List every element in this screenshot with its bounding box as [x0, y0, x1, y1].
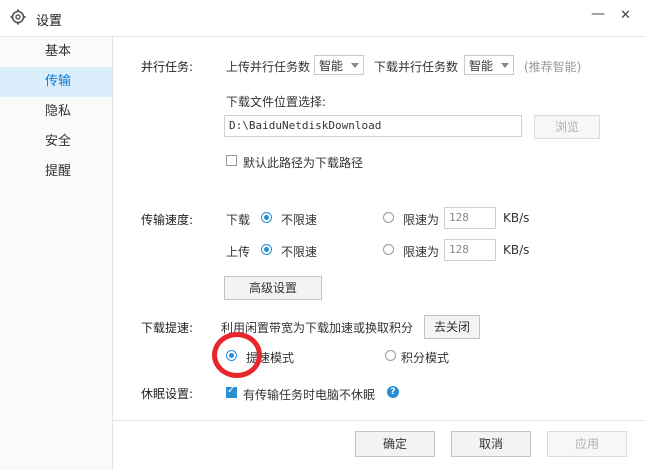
default-path-label: 默认此路径为下载路径 [243, 156, 364, 170]
advanced-settings-button[interactable]: 高级设置 [224, 276, 322, 300]
upload-parallel-label: 上传并行任务数 [226, 60, 311, 74]
cancel-button[interactable]: 取消 [451, 431, 531, 457]
download-path-label: 下载文件位置选择: [226, 95, 327, 109]
window-title: 设置 [36, 14, 63, 29]
upload-limit-label: 限速为 [403, 245, 440, 259]
default-path-checkbox[interactable] [226, 155, 237, 166]
transfer-speed-label: 传输速度: [141, 213, 194, 227]
download-limit-label: 限速为 [403, 213, 440, 227]
sidebar-item-reminder[interactable]: 提醒 [0, 157, 112, 187]
chevron-down-icon [501, 63, 509, 68]
upload-parallel-value: 智能 [319, 59, 344, 73]
upload-limit-radio[interactable] [383, 244, 394, 255]
download-unlimited-label: 不限速 [281, 213, 318, 227]
upload-unlimited-label: 不限速 [281, 245, 318, 259]
points-mode-label: 积分模式 [401, 351, 450, 365]
download-speed-label: 下载 [226, 213, 251, 227]
parallel-tasks-label: 并行任务: [141, 60, 194, 74]
close-button[interactable]: ✕ [620, 8, 631, 23]
upload-speed-label: 上传 [226, 245, 251, 259]
download-unit-label: KB/s [503, 211, 530, 225]
sidebar-item-transfer[interactable]: 传输 [0, 67, 112, 97]
parallel-hint: (推荐智能) [524, 60, 582, 74]
download-parallel-select[interactable]: 智能 [464, 55, 514, 75]
gear-icon [10, 9, 26, 25]
download-accel-label: 下载提速: [141, 321, 194, 335]
browse-button[interactable]: 浏览 [534, 115, 600, 139]
chevron-down-icon [351, 63, 359, 68]
points-mode-radio[interactable] [385, 350, 396, 361]
no-sleep-label: 有传输任务时电脑不休眠 [243, 388, 376, 402]
sidebar-item-basic[interactable]: 基本 [0, 37, 112, 67]
download-parallel-label: 下载并行任务数 [374, 60, 459, 74]
disable-accel-button[interactable]: 去关闭 [424, 315, 480, 339]
upload-parallel-select[interactable]: 智能 [314, 55, 364, 75]
no-sleep-checkbox[interactable] [226, 385, 237, 398]
upload-unlimited-radio[interactable] [261, 244, 272, 255]
download-parallel-value: 智能 [469, 59, 494, 73]
download-path-input[interactable]: D:\BaiduNetdiskDownload [224, 115, 522, 137]
apply-button[interactable]: 应用 [547, 431, 627, 457]
sidebar: 基本 传输 隐私 安全 提醒 [0, 37, 113, 470]
title-bar: 设置 — ✕ [0, 0, 645, 37]
download-accel-desc: 利用闲置带宽为下载加速或换取积分 [221, 321, 414, 335]
sidebar-item-security[interactable]: 安全 [0, 127, 112, 157]
download-limit-input[interactable]: 128 [444, 207, 496, 229]
download-unlimited-radio[interactable] [261, 212, 272, 223]
ok-button[interactable]: 确定 [355, 431, 435, 457]
speed-mode-label: 提速模式 [246, 351, 295, 365]
sidebar-item-privacy[interactable]: 隐私 [0, 97, 112, 127]
speed-mode-radio[interactable] [226, 350, 237, 361]
download-limit-radio[interactable] [383, 212, 394, 223]
help-icon[interactable]: ? [387, 386, 399, 398]
upload-unit-label: KB/s [503, 243, 530, 257]
sleep-settings-label: 休眠设置: [141, 387, 194, 401]
upload-limit-input[interactable]: 128 [444, 239, 496, 261]
minimize-button[interactable]: — [591, 6, 605, 22]
